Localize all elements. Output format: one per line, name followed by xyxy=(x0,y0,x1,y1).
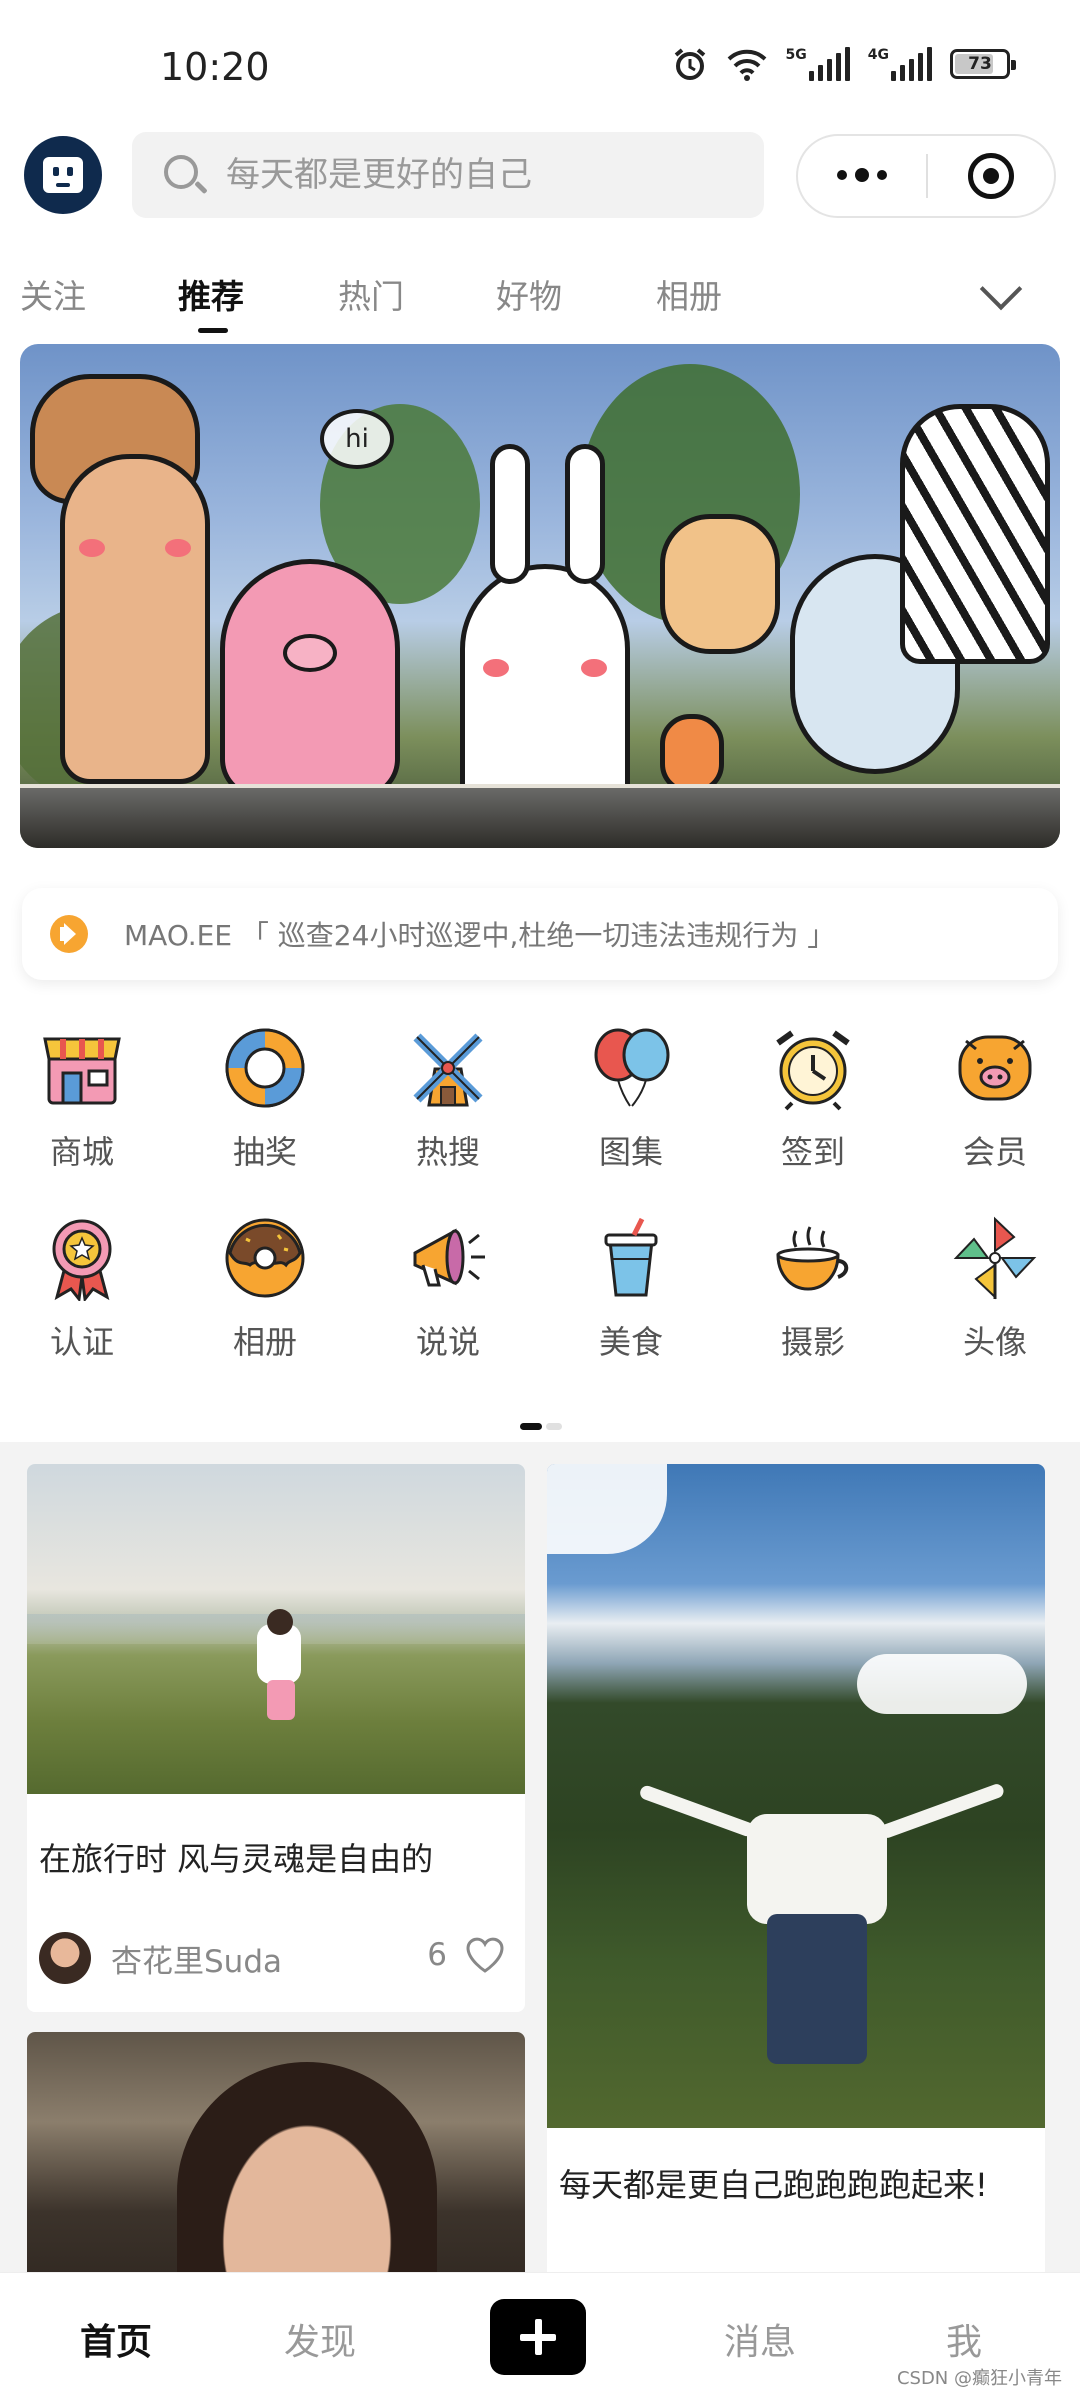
grid-label: 商城 xyxy=(49,1133,114,1171)
coffee-cup-icon xyxy=(776,1226,849,1291)
piggy-bank-icon xyxy=(958,1035,1032,1101)
battery-icon: 73 xyxy=(950,49,1016,79)
feed-card[interactable]: 每天都是更自己跑跑跑跑起来! xyxy=(547,1464,1045,2272)
mini-program-capsule xyxy=(796,134,1056,218)
target-icon xyxy=(967,153,1014,199)
grid-item-album[interactable]: 相册 xyxy=(185,1215,345,1363)
tab-recommend[interactable]: 推荐 xyxy=(178,270,244,333)
robot-face-icon xyxy=(43,157,83,193)
active-tab-indicator xyxy=(198,328,228,333)
grid-item-checkin[interactable]: 签到 xyxy=(733,1025,893,1173)
add-post-button[interactable] xyxy=(490,2299,586,2375)
drink-icon xyxy=(604,1217,658,1297)
tabs-fade xyxy=(900,258,940,348)
hi-bubble: hi xyxy=(320,409,394,469)
megaphone-icon xyxy=(413,1228,485,1287)
bottom-nav: 首页 发现 消息 我 CSDN @癫狂小青年 xyxy=(0,2272,1080,2400)
medal-icon xyxy=(52,1219,112,1303)
pig-illustration xyxy=(220,559,400,799)
grid-item-food[interactable]: 美食 xyxy=(551,1215,711,1363)
grid-item-shop[interactable]: 商城 xyxy=(2,1025,162,1173)
nav-discover[interactable]: 发现 xyxy=(284,2313,356,2365)
hi-text: hi xyxy=(345,424,369,454)
header xyxy=(0,130,1080,230)
status-bar: 10:20 5G 4G 73 xyxy=(0,0,1080,130)
search-bar[interactable] xyxy=(132,132,764,218)
speaker-icon xyxy=(50,915,88,953)
grid-label: 头像 xyxy=(962,1323,1027,1361)
windmill-icon xyxy=(413,1033,483,1107)
balloons-icon xyxy=(594,1028,670,1107)
zebra-illustration xyxy=(900,404,1050,664)
search-input[interactable] xyxy=(226,155,706,195)
category-tabs: 关注 推荐 热门 好物 相册 xyxy=(0,258,1080,348)
status-icons: 5G 4G 73 xyxy=(672,46,1016,82)
grid-label: 热搜 xyxy=(415,1133,480,1171)
grid-label: 相册 xyxy=(232,1323,297,1361)
feed-card-image xyxy=(27,1464,525,1794)
search-icon xyxy=(162,153,208,197)
heart-icon xyxy=(465,1936,505,1974)
alarm-clock-icon xyxy=(776,1030,850,1111)
more-button[interactable] xyxy=(798,168,926,182)
nav-messages[interactable]: 消息 xyxy=(724,2313,796,2365)
pinwheel-icon xyxy=(953,1216,1037,1300)
feed-card-author[interactable]: 杏花里Suda xyxy=(39,1932,282,1984)
chevron-down-icon[interactable] xyxy=(980,274,1020,314)
grid-label: 抽奖 xyxy=(232,1133,297,1171)
feed-card[interactable] xyxy=(27,2032,525,2272)
tab-follow[interactable]: 关注 xyxy=(20,270,86,318)
grid-item-photo[interactable]: 摄影 xyxy=(733,1215,893,1363)
grid-label: 认证 xyxy=(49,1323,114,1361)
app-root: 10:20 5G 4G 73 每天都是更好的自己 关注 推荐 热门 好物 相册 … xyxy=(0,0,1080,2400)
grid-item-gallery[interactable]: 图集 xyxy=(551,1025,711,1173)
bear-illustration xyxy=(60,454,210,784)
feed-card-title: 在旅行时 风与灵魂是自由的 xyxy=(39,1840,434,1878)
close-button[interactable] xyxy=(928,153,1054,199)
tab-album[interactable]: 相册 xyxy=(656,270,722,318)
nav-me[interactable]: 我 xyxy=(946,2313,982,2365)
feed-card-image xyxy=(547,1464,1045,2128)
tab-hot[interactable]: 热门 xyxy=(338,270,404,318)
like-button[interactable]: 6 xyxy=(427,1936,505,1974)
announcement-bar[interactable]: MAO.EE 「 巡查24小时巡逻中,杜绝一切违法违规行为 」 xyxy=(22,888,1058,980)
grid-item-talk[interactable]: 说说 xyxy=(368,1215,528,1363)
grid-item-avatar[interactable]: 头像 xyxy=(915,1215,1075,1363)
donut-icon xyxy=(225,1218,305,1298)
grid-label: 摄影 xyxy=(780,1323,845,1361)
banner-carousel[interactable]: hi xyxy=(20,344,1060,848)
feed-card-title: 每天都是更自己跑跑跑跑起来! xyxy=(559,2166,988,2204)
hamster-illustration xyxy=(660,514,780,654)
wifi-icon xyxy=(727,49,766,81)
like-count: 6 xyxy=(427,1937,447,1973)
grid-item-member[interactable]: 会员 xyxy=(915,1025,1075,1173)
shop-icon xyxy=(43,1037,121,1105)
lifebuoy-icon xyxy=(225,1028,305,1108)
grid-label: 签到 xyxy=(780,1133,845,1171)
nav-home[interactable]: 首页 xyxy=(80,2313,152,2365)
avatar xyxy=(39,1932,91,1984)
grid-label: 说说 xyxy=(415,1323,480,1361)
grid-item-lottery[interactable]: 抽奖 xyxy=(185,1025,345,1173)
grid-label: 美食 xyxy=(598,1323,663,1361)
app-logo[interactable] xyxy=(24,136,102,214)
announcement-text: MAO.EE 「 巡查24小时巡逻中,杜绝一切违法违规行为 」 xyxy=(124,919,836,952)
grid-item-hot-search[interactable]: 热搜 xyxy=(368,1025,528,1173)
watermark: CSDN @癫狂小青年 xyxy=(896,2368,1062,2389)
cat-illustration xyxy=(660,714,724,794)
feed-waterfall: 在旅行时 风与灵魂是自由的 杏花里Suda 6 每天都是更自己跑跑跑跑起来! xyxy=(0,1442,1080,2272)
author-name: 杏花里Suda xyxy=(111,1943,282,1980)
grid-page-indicator xyxy=(520,1423,562,1430)
tab-goods[interactable]: 好物 xyxy=(496,270,562,318)
battery-level: 73 xyxy=(968,54,992,74)
alarm-icon xyxy=(674,48,705,80)
grid-label: 会员 xyxy=(962,1133,1027,1171)
grid-label: 图集 xyxy=(598,1133,663,1171)
feed-card[interactable]: 在旅行时 风与灵魂是自由的 杏花里Suda 6 xyxy=(27,1464,525,2012)
grid-item-verify[interactable]: 认证 xyxy=(2,1215,162,1363)
feed-card-image xyxy=(27,2032,525,2272)
status-time: 10:20 xyxy=(160,45,270,89)
signal-5g-icon: 5G xyxy=(786,47,850,81)
signal-4g-icon: 4G xyxy=(868,47,932,81)
